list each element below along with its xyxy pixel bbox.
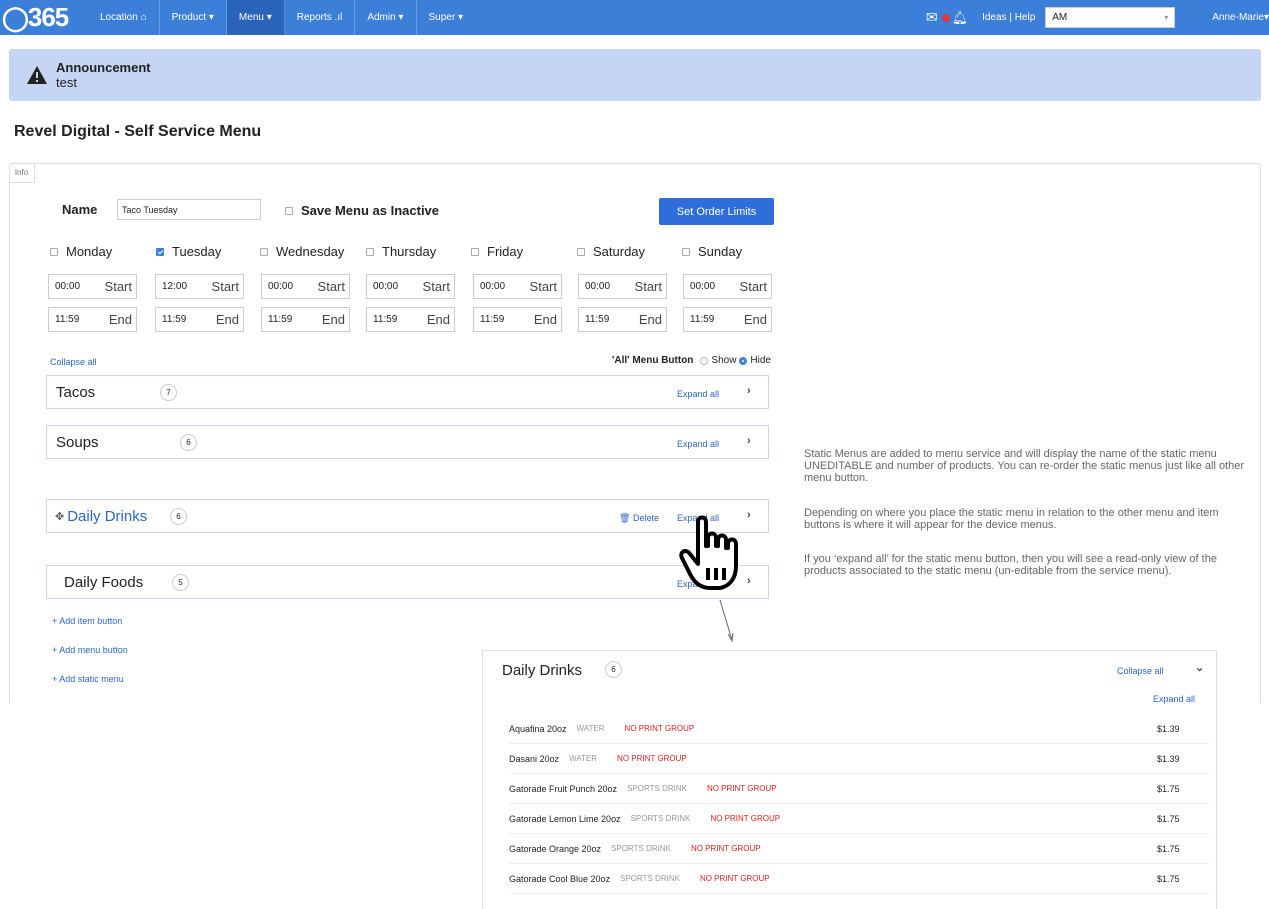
start-time-friday[interactable]: 00:00 Start (473, 274, 562, 299)
app-logo[interactable]: ◯365 (0, 2, 88, 33)
name-label: Name (62, 202, 98, 217)
nav-reports[interactable]: Reports .ıl (285, 0, 356, 35)
caret-down-icon: ▾ (457, 12, 463, 23)
radio-hide[interactable] (739, 356, 748, 365)
day-wednesday[interactable]: Wednesday (260, 244, 344, 259)
bell-icon[interactable]: 🔔︎ (952, 10, 969, 26)
bar-chart-icon: .ıl (334, 12, 343, 23)
nav-menu[interactable]: Menu ▾ (226, 0, 285, 35)
delete-button[interactable]: 🗑︎ Delete (619, 513, 659, 524)
checkbox-checked-icon (156, 247, 164, 256)
static-menu-detail-panel: Daily Drinks 6 Collapse all ⌄ Expand all… (482, 650, 1217, 909)
location-select[interactable]: AM ▾ (1045, 7, 1176, 28)
day-tuesday[interactable]: Tuesday (156, 244, 221, 259)
end-time-thursday[interactable]: 11:59 End (366, 307, 455, 332)
detail-title: Daily Drinks (502, 662, 583, 679)
drag-move-icon[interactable]: ✥ (55, 510, 64, 523)
help-paragraph-3: If you ‘expand all’ for the static menu … (804, 553, 1217, 577)
add-menu-button-link[interactable]: + Add menu button (52, 645, 128, 655)
product-row: Gatorade Orange 20oz SPORTS DRINK NO PRINT… (509, 834, 1209, 864)
day-friday[interactable]: Friday (471, 244, 523, 259)
start-time-saturday[interactable]: 00:00 Start (578, 274, 667, 299)
help-paragraph-2: Depending on where you place the static … (804, 507, 1219, 531)
product-row: Gatorade Cool Blue 20oz SPORTS DRINK NO PR… (509, 864, 1209, 894)
ideas-help-links[interactable]: Ideas | Help (982, 12, 1035, 23)
set-order-limits-button[interactable]: Set Order Limits (659, 198, 774, 225)
end-time-friday[interactable]: 11:59 End (473, 307, 562, 332)
checkbox-icon (366, 247, 374, 256)
nav-location[interactable]: Location ⌂ (88, 0, 160, 35)
product-row: Gatorade Lemon Lime 20oz SPORTS DRINK NO P… (509, 804, 1209, 834)
collapse-all-link[interactable]: Collapse all (50, 357, 97, 367)
caret-down-icon: ▾ (398, 12, 404, 23)
chevron-down-icon[interactable]: ⌄ (1195, 661, 1204, 674)
caret-down-icon: ▾ (266, 12, 272, 23)
start-time-monday[interactable]: 00:00 Start (48, 274, 137, 299)
start-time-wednesday[interactable]: 00:00 Start (261, 274, 350, 299)
caret-down-icon: ▾ (208, 12, 214, 23)
mail-icon[interactable]: ✉ (926, 9, 938, 26)
announcement-banner: Announcement test (9, 49, 1261, 101)
start-time-thursday[interactable]: 00:00 Start (366, 274, 455, 299)
home-icon: ⌂ (140, 12, 147, 23)
warning-icon (27, 66, 47, 84)
checkbox-icon (285, 206, 293, 215)
product-row: Dasani 20oz WATER NO PRINT GROUP $1.39 (509, 744, 1209, 774)
collapse-all-link[interactable]: Collapse all (1117, 666, 1164, 676)
top-navbar: ◯365 Location ⌂ Product ▾ Menu ▾ Reports… (0, 0, 1269, 35)
menu-name-input[interactable]: Taco Tuesday (117, 199, 261, 220)
add-item-button-link[interactable]: + Add item button (52, 616, 122, 626)
day-monday[interactable]: Monday (50, 244, 112, 259)
product-row: Aquafina 20oz WATER NO PRINT GROUP $1.39 (509, 714, 1209, 744)
notification-badge (941, 13, 950, 22)
radio-show[interactable] (700, 356, 709, 365)
checkbox-icon (260, 247, 268, 256)
all-menu-button-toggle: 'All' Menu Button Show Hide (612, 355, 771, 366)
page-title: Revel Digital - Self Service Menu (14, 123, 262, 140)
expand-all-link[interactable]: Expand all (677, 439, 719, 449)
start-time-tuesday[interactable]: 12:00 Start (155, 274, 244, 299)
count-badge: 6 (605, 661, 622, 678)
count-badge: 5 (172, 574, 189, 591)
announcement-body: test (56, 75, 77, 90)
checkbox-icon (471, 247, 479, 256)
chevron-right-icon[interactable]: › (747, 435, 751, 447)
menu-row-daily-foods[interactable]: Daily Foods 5 Expand all › (46, 565, 769, 599)
checkbox-icon (682, 247, 690, 256)
checkbox-icon (50, 247, 58, 256)
menu-row-soups[interactable]: Soups 6 Expand all › (46, 425, 769, 459)
end-time-tuesday[interactable]: 11:59 End (155, 307, 244, 332)
nav-admin[interactable]: Admin ▾ (355, 0, 417, 35)
end-time-sunday[interactable]: 11:59 End (683, 307, 772, 332)
announcement-title: Announcement (56, 60, 151, 75)
trash-icon: 🗑︎ (619, 513, 631, 523)
help-paragraph-1: Static Menus are added to menu service a… (804, 448, 1245, 484)
info-tab[interactable]: Info (9, 163, 35, 183)
save-inactive-checkbox[interactable]: Save Menu as Inactive (285, 203, 439, 218)
end-time-saturday[interactable]: 11:59 End (578, 307, 667, 332)
start-time-sunday[interactable]: 00:00 Start (683, 274, 772, 299)
count-badge: 6 (170, 508, 187, 525)
menu-row-tacos[interactable]: Tacos 7 Expand all › (46, 375, 769, 409)
product-row: Gatorade Fruit Punch 20oz SPORTS DRINK NO … (509, 774, 1209, 804)
day-thursday[interactable]: Thursday (366, 244, 436, 259)
expand-all-link[interactable]: Expand all (677, 389, 719, 399)
menu-row-daily-drinks[interactable]: ✥ Daily Drinks 6 🗑︎ Delete Expand all › (46, 499, 769, 533)
day-saturday[interactable]: Saturday (577, 244, 645, 259)
pointer-hand-icon (679, 515, 738, 590)
expand-all-link[interactable]: Expand all (1153, 694, 1195, 704)
add-static-menu-link[interactable]: + Add static menu (52, 674, 124, 684)
chevron-down-icon: ▾ (1164, 13, 1169, 22)
count-badge: 7 (160, 384, 177, 401)
end-time-wednesday[interactable]: 11:59 End (261, 307, 350, 332)
nav-super[interactable]: Super ▾ (417, 0, 476, 35)
end-time-monday[interactable]: 11:59 End (48, 307, 137, 332)
day-sunday[interactable]: Sunday (682, 244, 742, 259)
user-menu[interactable]: Anne-Marie▾ (1212, 12, 1269, 23)
chevron-right-icon[interactable]: › (747, 385, 751, 397)
nav-product[interactable]: Product ▾ (160, 0, 227, 35)
count-badge: 6 (180, 434, 197, 451)
checkbox-icon (577, 247, 585, 256)
